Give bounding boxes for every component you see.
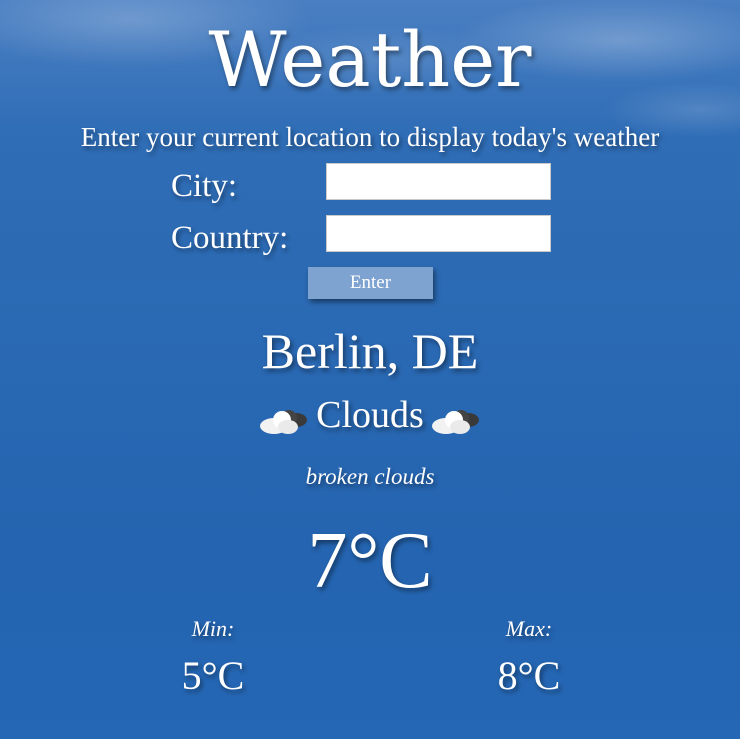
weather-condition: Clouds [0,390,740,440]
city-input[interactable] [326,163,551,200]
page-subtitle: Enter your current location to display t… [80,122,660,152]
page-title: Weather [208,15,532,104]
weather-description: broken clouds [305,464,435,489]
min-label: Min: [191,616,235,641]
cloud-sun-icon [430,400,482,434]
max-label: Max: [505,616,553,641]
location-name: Berlin, DE [261,323,479,379]
country-input[interactable] [326,215,551,252]
min-temperature: 5°C [181,653,245,698]
enter-button[interactable]: Enter [308,267,433,299]
current-temperature: 7°C [307,517,433,605]
max-temperature: 8°C [497,653,561,698]
cloud-sun-icon [258,400,310,434]
condition-label: Clouds [316,394,424,436]
country-label: Country: [171,220,289,256]
city-label: City: [171,168,238,204]
